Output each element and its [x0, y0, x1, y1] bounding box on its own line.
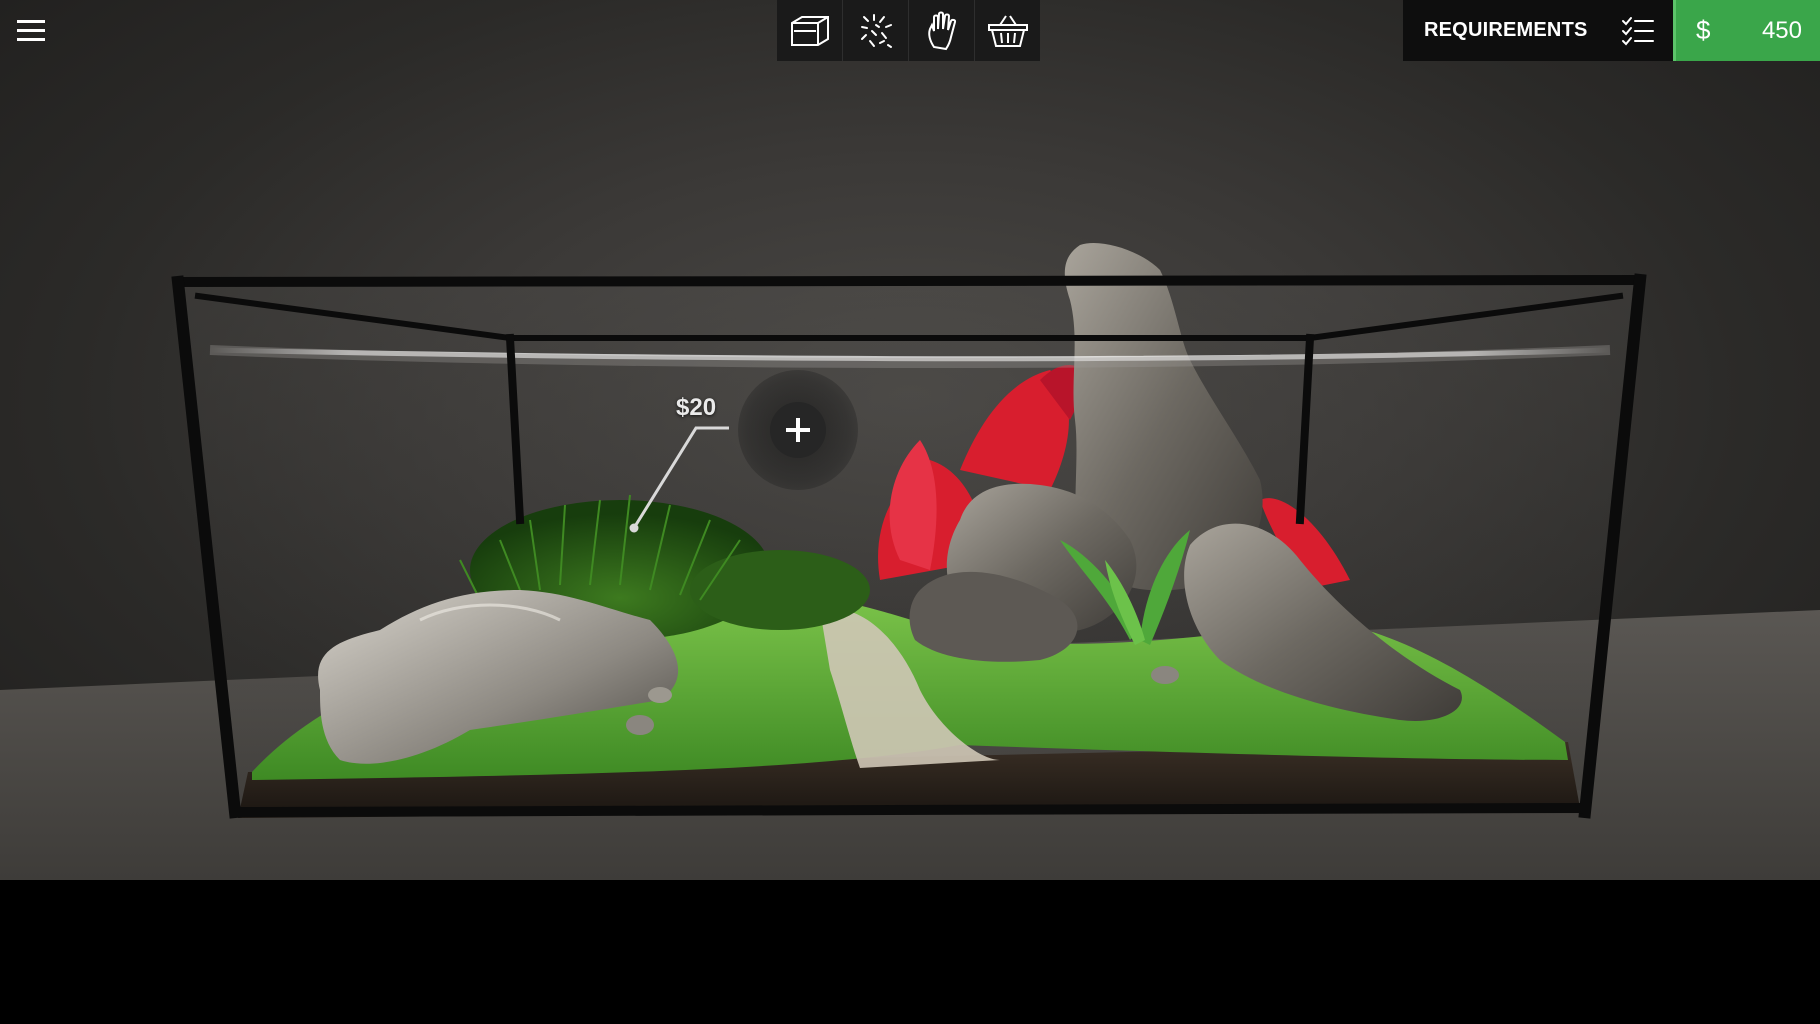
letterbox-bar	[0, 880, 1820, 1024]
currency-symbol: $	[1696, 15, 1711, 45]
plus-icon	[786, 418, 810, 442]
hand-icon	[927, 11, 956, 50]
aquarium-scene	[0, 242, 1820, 880]
substrate-icon	[860, 13, 892, 48]
tank-tool-button[interactable]	[777, 0, 843, 61]
shop-tool-button[interactable]	[975, 0, 1040, 61]
hand-tool-button[interactable]	[909, 0, 975, 61]
requirements-panel: REQUIREMENTS	[1403, 0, 1673, 61]
add-plant-button-inner	[770, 402, 826, 458]
plant-price-label: $20	[676, 394, 717, 421]
checklist-icon[interactable]	[1621, 16, 1655, 46]
money-amount: 450	[1761, 16, 1802, 44]
tank-icon	[790, 15, 829, 46]
hamburger-menu-icon[interactable]	[12, 12, 50, 50]
money-display: $ 450	[1673, 0, 1820, 61]
add-plant-button[interactable]	[738, 370, 858, 490]
substrate-tool-button[interactable]	[843, 0, 909, 61]
tool-bar	[777, 0, 1040, 61]
basket-icon	[987, 14, 1028, 47]
requirements-button[interactable]: REQUIREMENTS	[1424, 19, 1588, 42]
game-viewport[interactable]: $20 REQUIREMENTS $ 450	[0, 0, 1820, 880]
